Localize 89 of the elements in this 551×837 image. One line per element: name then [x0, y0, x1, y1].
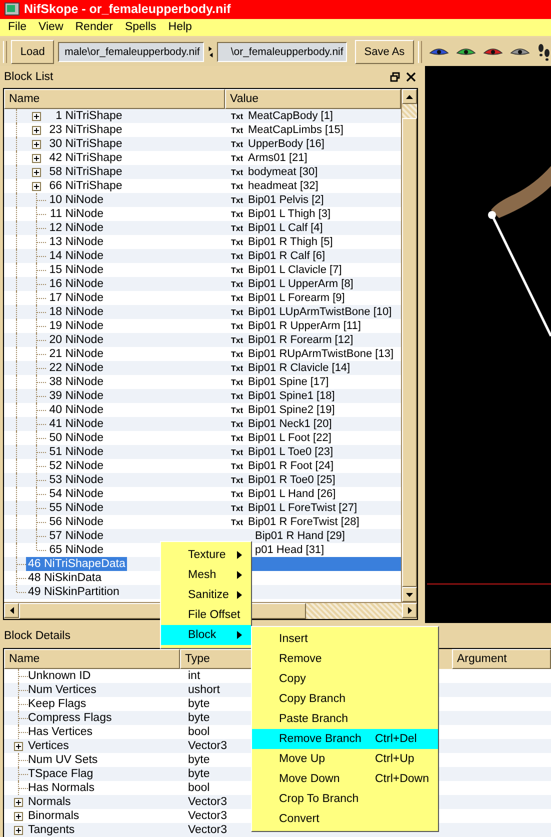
field-type: int	[188, 670, 200, 682]
value-text: Bip01 L Forearm [9]	[248, 292, 345, 304]
value-text: Bip01 R Clavicle [14]	[248, 362, 350, 374]
type-tag: Txt	[231, 448, 248, 456]
value-text: Bip01 L UpperArm [8]	[248, 278, 354, 290]
type-tag: Txt	[231, 518, 248, 526]
field-type: byte	[188, 712, 210, 724]
field-name: Unknown ID	[28, 670, 91, 682]
value-text: Bip01 R ForeTwist [28]	[248, 516, 360, 528]
field-type: bool	[188, 726, 210, 738]
value-text: Bip01 Pelvis [2]	[248, 194, 324, 206]
value-text: Bip01 Neck1 [20]	[248, 418, 332, 430]
field-name: Vertices	[28, 740, 69, 752]
field-name: Keep Flags	[28, 698, 86, 710]
field-name: Compress Flags	[28, 712, 112, 724]
value-text: Bip01 R Hand [29]	[254, 530, 345, 542]
field-name: Num Vertices	[28, 684, 96, 696]
value-text: Bip01 Spine2 [19]	[248, 404, 335, 416]
type-tag: Txt	[231, 154, 248, 162]
type-tag: Txt	[231, 280, 248, 288]
value-text: Bip01 L ForeTwist [27]	[248, 502, 358, 514]
type-tag: Txt	[231, 168, 248, 176]
type-tag: Txt	[231, 406, 248, 414]
type-tag: Txt	[231, 196, 248, 204]
value-text: Bip01 L Foot [22]	[248, 432, 332, 444]
type-tag: Txt	[231, 476, 248, 484]
type-tag: Txt	[231, 252, 248, 260]
value-text: Bip01 R Thigh [5]	[248, 236, 333, 248]
type-tag: Txt	[231, 490, 248, 498]
field-type: byte	[188, 698, 210, 710]
type-tag: Txt	[231, 210, 248, 218]
type-tag: Txt	[231, 504, 248, 512]
type-tag: Txt	[231, 266, 248, 274]
type-tag: Txt	[231, 140, 248, 148]
type-tag: Txt	[231, 350, 248, 358]
field-type: Vector3	[188, 824, 227, 836]
type-tag: Txt	[231, 322, 248, 330]
field-type: Vector3	[188, 740, 227, 752]
value-text: UpperBody [16]	[248, 138, 324, 150]
value-text: Bip01 L Thigh [3]	[248, 208, 331, 220]
type-tag: Txt	[231, 308, 248, 316]
field-name: Normals	[28, 796, 71, 808]
value-text: headmeat [32]	[248, 180, 318, 192]
field-type: Vector3	[188, 810, 227, 822]
field-type: bool	[188, 782, 210, 794]
type-tag: Txt	[231, 126, 248, 134]
field-type: byte	[188, 754, 210, 766]
value-text: Bip01 LUpArmTwistBone [10]	[248, 306, 392, 318]
panel-title: Block List	[4, 71, 54, 83]
value-text: MeatCapBody [1]	[248, 110, 333, 122]
value-text: Bip01 L Hand [26]	[248, 488, 336, 500]
type-tag: Txt	[231, 364, 248, 372]
field-name: Has Vertices	[28, 726, 93, 738]
value-text: Arms01 [21]	[248, 152, 308, 164]
field-type: byte	[188, 768, 210, 780]
value-text: Bip01 R Calf [6]	[248, 250, 326, 262]
type-tag: Txt	[231, 420, 248, 428]
value-text: Bip01 L Clavicle [7]	[248, 264, 342, 276]
field-name: Binormals	[28, 810, 80, 822]
value-text: Bip01 L Toe0 [23]	[248, 446, 334, 458]
value-text: Bip01 Spine1 [18]	[248, 390, 335, 402]
value-text: bodymeat [30]	[248, 166, 318, 178]
value-text: Bip01 Spine [17]	[248, 376, 329, 388]
type-tag: Txt	[231, 294, 248, 302]
field-name: TSpace Flag	[28, 768, 94, 780]
window-title: NifSkope - or_femaleupperbody.nif	[24, 2, 231, 16]
type-tag: Txt	[231, 224, 248, 232]
value-text: Bip01 L Calf [4]	[248, 222, 323, 234]
type-tag: Txt	[231, 434, 248, 442]
type-tag: Txt	[231, 378, 248, 386]
type-tag: Txt	[231, 112, 248, 120]
value-text: Bip01 R UpperArm [11]	[248, 320, 361, 332]
type-tag: Txt	[231, 462, 248, 470]
field-name: Has Normals	[28, 782, 94, 794]
type-tag: Txt	[231, 392, 248, 400]
panel-title: Block Details	[4, 630, 70, 642]
value-text: Bip01 RUpArmTwistBone [13]	[248, 348, 394, 360]
value-text: Bip01 R Toe0 [25]	[248, 474, 336, 486]
type-tag: Txt	[231, 238, 248, 246]
value-text: MeatCapLimbs [15]	[248, 124, 344, 136]
field-name: Num UV Sets	[28, 754, 98, 766]
type-tag: Txt	[231, 336, 248, 344]
field-type: ushort	[188, 684, 220, 696]
value-text: Bip01 R Foot [24]	[248, 460, 334, 472]
value-text: Bip01 R Forearm [12]	[248, 334, 354, 346]
type-tag: Txt	[231, 182, 248, 190]
field-type: Vector3	[188, 796, 227, 808]
field-name: Tangents	[28, 824, 75, 836]
value-text: p01 Head [31]	[254, 544, 324, 556]
